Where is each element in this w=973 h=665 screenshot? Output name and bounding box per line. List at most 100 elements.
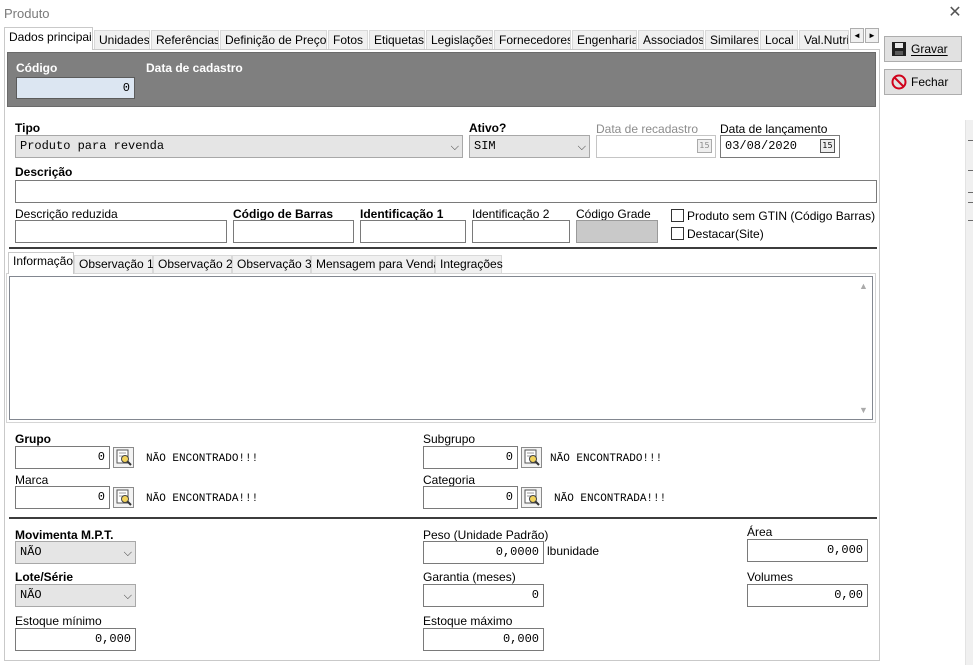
- tab-scroll-right-icon[interactable]: ►: [865, 28, 879, 43]
- data-lancamento-value: 03/08/2020: [725, 139, 798, 153]
- header-block: Código Data de cadastro 0: [7, 52, 876, 107]
- sem-gtin-label: Produto sem GTIN (Código Barras): [687, 209, 876, 223]
- categoria-field[interactable]: 0: [423, 486, 518, 509]
- tab-fornecedores[interactable]: Fornecedores: [494, 30, 571, 49]
- identificacao2-field[interactable]: [472, 220, 570, 243]
- movimenta-select[interactable]: NÃO ⌵: [15, 541, 136, 564]
- scroll-down-icon[interactable]: ▼: [859, 405, 868, 415]
- lote-select[interactable]: NÃO ⌵: [15, 584, 136, 607]
- marca-status: NÃO ENCONTRADA!!!: [146, 493, 259, 505]
- estoque-min-field[interactable]: 0,000: [15, 628, 136, 651]
- estoque-max-field[interactable]: 0,000: [423, 628, 544, 651]
- categoria-lookup-button[interactable]: [521, 487, 542, 508]
- memo-scrollbar[interactable]: ▲ ▼: [856, 277, 872, 419]
- tab-dados-principais[interactable]: Dados principais: [4, 27, 93, 50]
- data-cadastro-label: Data de cadastro: [146, 61, 243, 75]
- codigo-field[interactable]: 0: [16, 77, 135, 99]
- chevron-down-icon: ⌵: [123, 546, 132, 559]
- calendar-icon[interactable]: 15: [820, 139, 835, 153]
- tab-associados[interactable]: Associados: [638, 30, 704, 49]
- tipo-select[interactable]: Produto para revenda ⌵: [15, 135, 463, 158]
- informacao-textarea[interactable]: ▲ ▼: [9, 276, 873, 420]
- subgrupo-lookup-button[interactable]: [521, 447, 542, 468]
- tipo-select-value: Produto para revenda: [20, 139, 165, 153]
- peso-label: Peso (Unidade Padrão): [423, 528, 549, 542]
- tab-local[interactable]: Local: [760, 30, 798, 49]
- tab-scroll-left-icon[interactable]: ◄: [850, 28, 864, 43]
- subtab-observacao2[interactable]: Observação 2: [153, 255, 233, 274]
- tab-definicao-precos[interactable]: Definição de Preços: [220, 30, 327, 49]
- grupo-lookup-button[interactable]: [113, 447, 134, 468]
- separator: [9, 517, 877, 519]
- volumes-label: Volumes: [747, 570, 794, 584]
- tab-referencias[interactable]: Referências: [151, 30, 219, 49]
- categoria-status: NÃO ENCONTRADA!!!: [554, 493, 667, 505]
- grupo-status: NÃO ENCONTRADO!!!: [146, 453, 259, 465]
- codigo-barras-field[interactable]: [233, 220, 354, 243]
- grupo-field[interactable]: 0: [15, 446, 110, 469]
- subtab-observacao3[interactable]: Observação 3: [232, 255, 312, 274]
- grupo-label: Grupo: [15, 432, 51, 446]
- tab-similares[interactable]: Similares: [705, 30, 759, 49]
- data-lancamento-label: Data de lançamento: [720, 122, 828, 136]
- subgrupo-status: NÃO ENCONTRADO!!!: [550, 453, 663, 465]
- subtab-mensagem-vendas[interactable]: Mensagem para Vendas: [311, 255, 446, 274]
- tab-engenharia[interactable]: Engenharia: [572, 30, 637, 49]
- descricao-field[interactable]: [15, 180, 877, 203]
- peso-field[interactable]: 0,0000: [423, 541, 544, 564]
- floppy-disk-icon: [892, 42, 906, 56]
- sem-gtin-checkbox[interactable]: [671, 209, 684, 222]
- scroll-up-icon[interactable]: ▲: [859, 281, 868, 291]
- descricao-reduzida-label: Descrição reduzida: [15, 207, 118, 221]
- categoria-label: Categoria: [423, 473, 476, 487]
- area-field[interactable]: 0,000: [747, 539, 868, 562]
- estoque-min-label: Estoque mínimo: [15, 614, 102, 628]
- ativo-select-value: SIM: [474, 139, 496, 153]
- tab-fotos[interactable]: Fotos: [328, 30, 368, 49]
- tab-scroll-controls: ◄ ►: [850, 28, 880, 44]
- data-recadastro-field[interactable]: / / 15: [596, 135, 716, 158]
- search-list-icon: [524, 489, 540, 506]
- codigo-grade-field: [576, 220, 658, 243]
- save-button-label: Gravar: [911, 42, 948, 56]
- tab-val-nutric[interactable]: Val.Nutric: [799, 30, 849, 49]
- separator: [9, 247, 877, 249]
- close-window-icon[interactable]: ✕: [945, 3, 965, 23]
- chevron-down-icon: ⌵: [577, 140, 586, 153]
- destacar-label: Destacar(Site): [687, 227, 764, 241]
- save-button[interactable]: Gravar: [884, 36, 962, 62]
- identificacao1-field[interactable]: [360, 220, 466, 243]
- destacar-checkbox[interactable]: [671, 227, 684, 240]
- data-lancamento-field[interactable]: 03/08/2020 15: [720, 135, 840, 158]
- volumes-field[interactable]: 0,00: [747, 584, 868, 607]
- tab-etiquetas[interactable]: Etiquetas: [369, 30, 425, 49]
- subgrupo-field[interactable]: 0: [423, 446, 518, 469]
- movimenta-select-value: NÃO: [20, 545, 42, 559]
- ativo-label: Ativo?: [469, 121, 507, 135]
- search-list-icon: [524, 449, 540, 466]
- close-button[interactable]: Fechar: [884, 69, 962, 95]
- subtab-informacao[interactable]: Informação: [8, 252, 74, 274]
- descricao-label: Descrição: [15, 165, 73, 179]
- descricao-reduzida-field[interactable]: [15, 220, 227, 243]
- area-label: Área: [747, 525, 773, 539]
- ativo-select[interactable]: SIM ⌵: [469, 135, 590, 158]
- main-tab-strip: Dados principais Unidades Referências De…: [4, 27, 880, 50]
- calendar-icon[interactable]: 15: [697, 139, 712, 153]
- identificacao2-label: Identificação 2: [472, 207, 550, 221]
- identificacao1-label: Identificação 1: [360, 207, 444, 221]
- garantia-field[interactable]: 0: [423, 584, 544, 607]
- lote-label: Lote/Série: [15, 570, 74, 584]
- search-list-icon: [116, 489, 132, 506]
- marca-field[interactable]: 0: [15, 486, 110, 509]
- window-title: Produto: [4, 6, 50, 21]
- subtab-observacao1[interactable]: Observação 1: [74, 255, 154, 274]
- chevron-down-icon: ⌵: [450, 140, 459, 153]
- no-entry-icon: [891, 74, 907, 90]
- marca-lookup-button[interactable]: [113, 487, 134, 508]
- codigo-grade-label: Código Grade: [576, 207, 651, 221]
- tab-legislacoes[interactable]: Legislações: [426, 30, 493, 49]
- subtab-integracoes[interactable]: Integrações: [435, 255, 503, 274]
- lote-select-value: NÃO: [20, 588, 42, 602]
- tab-unidades[interactable]: Unidades: [94, 30, 150, 49]
